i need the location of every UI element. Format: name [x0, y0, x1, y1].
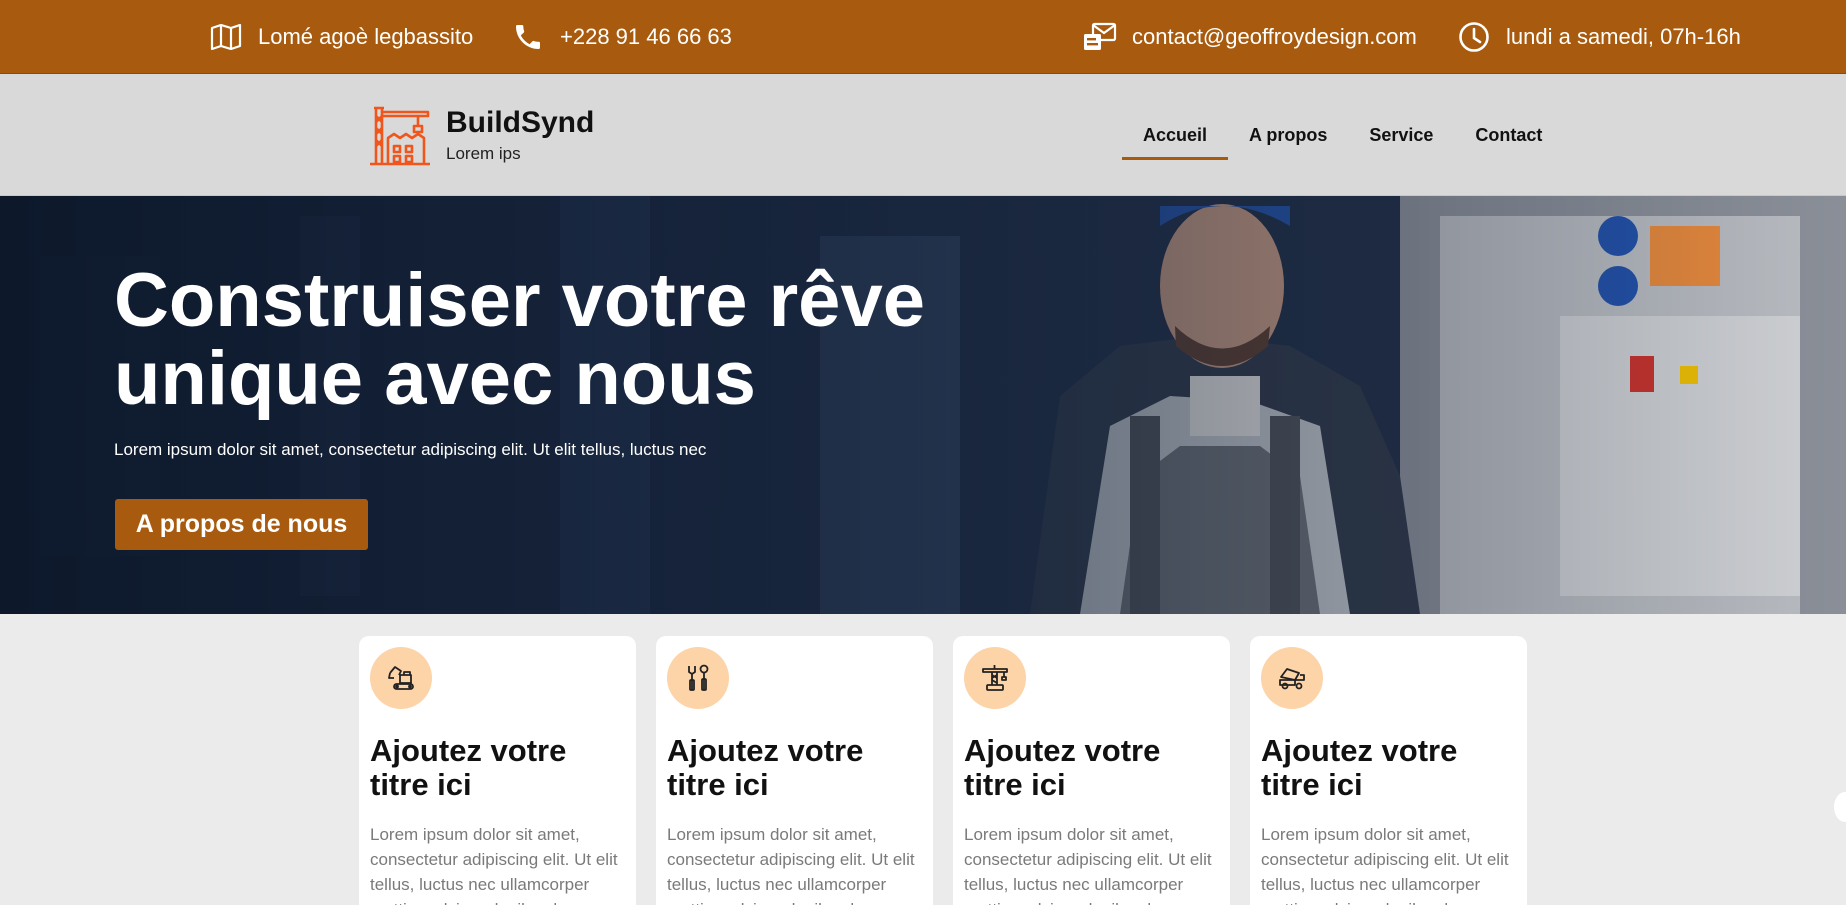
phone-info[interactable]: +228 91 46 66 63 — [510, 0, 732, 74]
excavator-icon — [370, 647, 432, 709]
top-bar: Lomé agoè legbassito +228 91 46 66 63 co… — [0, 0, 1846, 74]
address-text: Lomé agoè legbassito — [258, 24, 474, 49]
service-card: Ajoutez votre titre ici Lorem ipsum dolo… — [953, 636, 1230, 905]
dump-truck-icon — [1261, 647, 1323, 709]
brand-name: BuildSynd — [446, 106, 595, 139]
hours-info: lundi a samedi, 07h-16h — [1456, 0, 1741, 74]
scroll-handle[interactable] — [1834, 792, 1846, 822]
construction-logo-icon — [370, 106, 430, 166]
nav-service[interactable]: Service — [1348, 74, 1454, 196]
phone-icon — [510, 19, 546, 55]
tools-icon — [667, 647, 729, 709]
logo[interactable]: BuildSynd Lorem ips — [368, 104, 594, 166]
hero-section: Construiser votre rêve unique avec nous … — [0, 196, 1846, 614]
service-card: Ajoutez votre titre ici Lorem ipsum dolo… — [359, 636, 636, 905]
hero-title-line2: unique avec nous — [114, 336, 756, 421]
card-text: Lorem ipsum dolor sit amet, consectetur … — [964, 825, 1212, 905]
nav-accueil[interactable]: Accueil — [1122, 74, 1229, 196]
about-us-button[interactable]: A propos de nous — [115, 499, 368, 550]
crane-icon — [964, 647, 1026, 709]
phone-text: +228 91 46 66 63 — [560, 24, 732, 49]
card-text: Lorem ipsum dolor sit amet, consectetur … — [370, 825, 618, 905]
card-text: Lorem ipsum dolor sit amet, consectetur … — [1261, 825, 1509, 905]
email-info[interactable]: contact@geoffroydesign.com — [1082, 0, 1417, 74]
hero-title: Construiser votre rêve unique avec nous — [114, 262, 1014, 418]
hero-title-line1: Construiser votre rêve — [114, 258, 925, 343]
email-text: contact@geoffroydesign.com — [1132, 24, 1417, 49]
mail-icon — [1082, 19, 1118, 55]
map-icon — [208, 19, 244, 55]
nav-a-propos[interactable]: A propos — [1228, 74, 1348, 196]
nav-contact[interactable]: Contact — [1454, 74, 1563, 196]
hero-subtitle: Lorem ipsum dolor sit amet, consectetur … — [114, 440, 707, 459]
main-nav: Accueil A propos Service Contact — [1122, 74, 1563, 196]
site-header: BuildSynd Lorem ips Accueil A propos Ser… — [0, 74, 1846, 196]
card-title: Ajoutez votre titre ici — [964, 733, 1161, 802]
card-title: Ajoutez votre titre ici — [667, 733, 864, 802]
card-title: Ajoutez votre titre ici — [1261, 733, 1458, 802]
address-info: Lomé agoè legbassito — [208, 0, 473, 74]
service-cards: Ajoutez votre titre ici Lorem ipsum dolo… — [359, 636, 1527, 905]
card-title: Ajoutez votre titre ici — [370, 733, 567, 802]
service-card: Ajoutez votre titre ici Lorem ipsum dolo… — [656, 636, 933, 905]
brand-tagline: Lorem ips — [446, 144, 521, 163]
hours-text: lundi a samedi, 07h-16h — [1506, 24, 1741, 49]
clock-icon — [1456, 19, 1492, 55]
card-text: Lorem ipsum dolor sit amet, consectetur … — [667, 825, 915, 905]
service-card: Ajoutez votre titre ici Lorem ipsum dolo… — [1250, 636, 1527, 905]
